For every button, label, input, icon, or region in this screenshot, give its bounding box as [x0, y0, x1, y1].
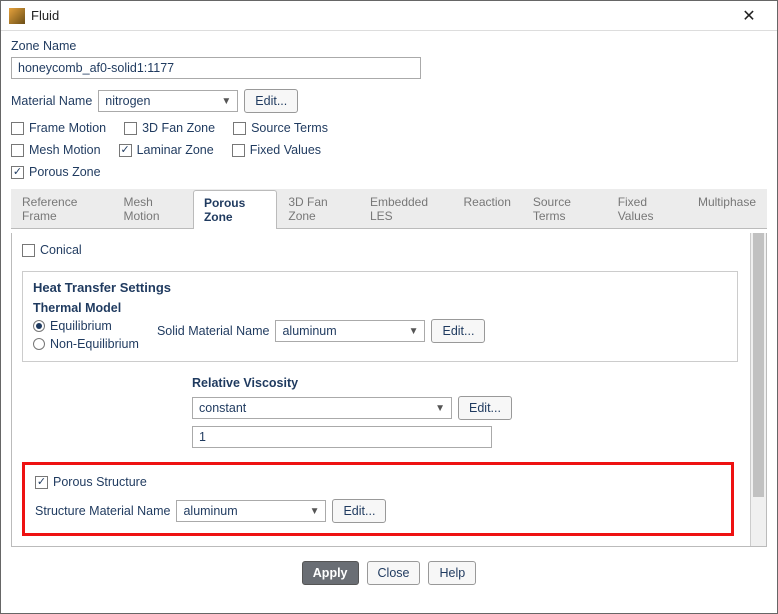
structure-material-value: aluminum	[183, 504, 237, 518]
solid-material-value: aluminum	[282, 324, 336, 338]
solid-material-row: Solid Material Name aluminum ▼ Edit...	[157, 319, 486, 343]
relative-viscosity-method-select[interactable]: constant ▼	[192, 397, 452, 419]
window-title: Fluid	[31, 8, 729, 23]
porous-zone-panel: Conical Heat Transfer Settings Thermal M…	[11, 233, 767, 547]
relative-viscosity-edit-button[interactable]: Edit...	[458, 396, 512, 420]
heat-transfer-title: Heat Transfer Settings	[33, 280, 727, 295]
fan-zone-checkbox[interactable]: 3D Fan Zone	[124, 121, 215, 135]
chevron-down-icon: ▼	[435, 403, 445, 414]
chevron-down-icon: ▼	[221, 96, 231, 107]
thermal-model-label: Thermal Model	[33, 301, 139, 315]
non-equilibrium-radio[interactable]: Non-Equilibrium	[33, 337, 139, 351]
dialog-body: Zone Name Material Name nitrogen ▼ Edit.…	[1, 31, 777, 613]
tab-source-terms[interactable]: Source Terms	[522, 189, 607, 228]
window-close-button[interactable]: ✕	[729, 6, 769, 26]
laminar-zone-checkbox[interactable]: ✓Laminar Zone	[119, 143, 214, 157]
heat-transfer-group: Heat Transfer Settings Thermal Model Equ…	[22, 271, 738, 362]
relative-viscosity-section: Relative Viscosity constant ▼ Edit...	[192, 376, 738, 448]
help-button[interactable]: Help	[428, 561, 476, 585]
material-row: Material Name nitrogen ▼ Edit...	[11, 89, 767, 113]
conical-checkbox[interactable]: Conical	[22, 243, 756, 257]
titlebar: Fluid ✕	[1, 1, 777, 31]
porous-structure-highlight: ✓Porous Structure Structure Material Nam…	[22, 462, 734, 536]
tab-multiphase[interactable]: Multiphase	[687, 189, 767, 228]
solid-material-select[interactable]: aluminum ▼	[275, 320, 425, 342]
panel-scrollbar[interactable]	[750, 233, 766, 546]
structure-material-select[interactable]: aluminum ▼	[176, 500, 326, 522]
options-row-2: Mesh Motion ✓Laminar Zone Fixed Values	[11, 143, 767, 157]
tab-reference-frame[interactable]: Reference Frame	[11, 189, 112, 228]
tab-reaction[interactable]: Reaction	[453, 189, 522, 228]
options-row-1: Frame Motion 3D Fan Zone Source Terms	[11, 121, 767, 135]
porous-zone-checkbox[interactable]: ✓Porous Zone	[11, 165, 101, 179]
chevron-down-icon: ▼	[409, 326, 419, 337]
app-icon	[9, 8, 25, 24]
equilibrium-radio[interactable]: Equilibrium	[33, 319, 139, 333]
relative-viscosity-method-value: constant	[199, 401, 246, 415]
material-name-label: Material Name	[11, 94, 92, 108]
relative-viscosity-title: Relative Viscosity	[192, 376, 738, 390]
zone-name-label: Zone Name	[11, 39, 767, 53]
thermal-model-group: Thermal Model Equilibrium Non-Equilibriu…	[33, 301, 139, 351]
tab-mesh-motion[interactable]: Mesh Motion	[112, 189, 192, 228]
material-name-select[interactable]: nitrogen ▼	[98, 90, 238, 112]
porous-structure-checkbox[interactable]: ✓Porous Structure	[35, 475, 721, 489]
tab-porous-zone[interactable]: Porous Zone	[193, 190, 277, 229]
options-row-3: ✓Porous Zone	[11, 165, 767, 179]
source-terms-checkbox[interactable]: Source Terms	[233, 121, 328, 135]
structure-material-row: Structure Material Name aluminum ▼ Edit.…	[35, 499, 721, 523]
dialog-footer: Apply Close Help	[11, 551, 767, 599]
scroll-thumb-lower[interactable]	[753, 433, 764, 497]
tab-fixed-values[interactable]: Fixed Values	[607, 189, 687, 228]
zone-name-input[interactable]	[11, 57, 421, 79]
apply-button[interactable]: Apply	[302, 561, 359, 585]
relative-viscosity-value-input[interactable]	[192, 426, 492, 448]
solid-material-label: Solid Material Name	[157, 324, 270, 338]
tab-3d-fan-zone[interactable]: 3D Fan Zone	[277, 189, 359, 228]
fluid-dialog: Fluid ✕ Zone Name Material Name nitrogen…	[0, 0, 778, 614]
chevron-down-icon: ▼	[310, 506, 320, 517]
scroll-thumb[interactable]	[753, 233, 764, 433]
structure-material-label: Structure Material Name	[35, 504, 170, 518]
material-edit-button[interactable]: Edit...	[244, 89, 298, 113]
frame-motion-checkbox[interactable]: Frame Motion	[11, 121, 106, 135]
close-button[interactable]: Close	[367, 561, 421, 585]
solid-material-edit-button[interactable]: Edit...	[431, 319, 485, 343]
mesh-motion-checkbox[interactable]: Mesh Motion	[11, 143, 101, 157]
tab-strip: Reference Frame Mesh Motion Porous Zone …	[11, 189, 767, 229]
structure-material-edit-button[interactable]: Edit...	[332, 499, 386, 523]
material-name-value: nitrogen	[105, 94, 150, 108]
fixed-values-checkbox[interactable]: Fixed Values	[232, 143, 321, 157]
tab-embedded-les[interactable]: Embedded LES	[359, 189, 453, 228]
